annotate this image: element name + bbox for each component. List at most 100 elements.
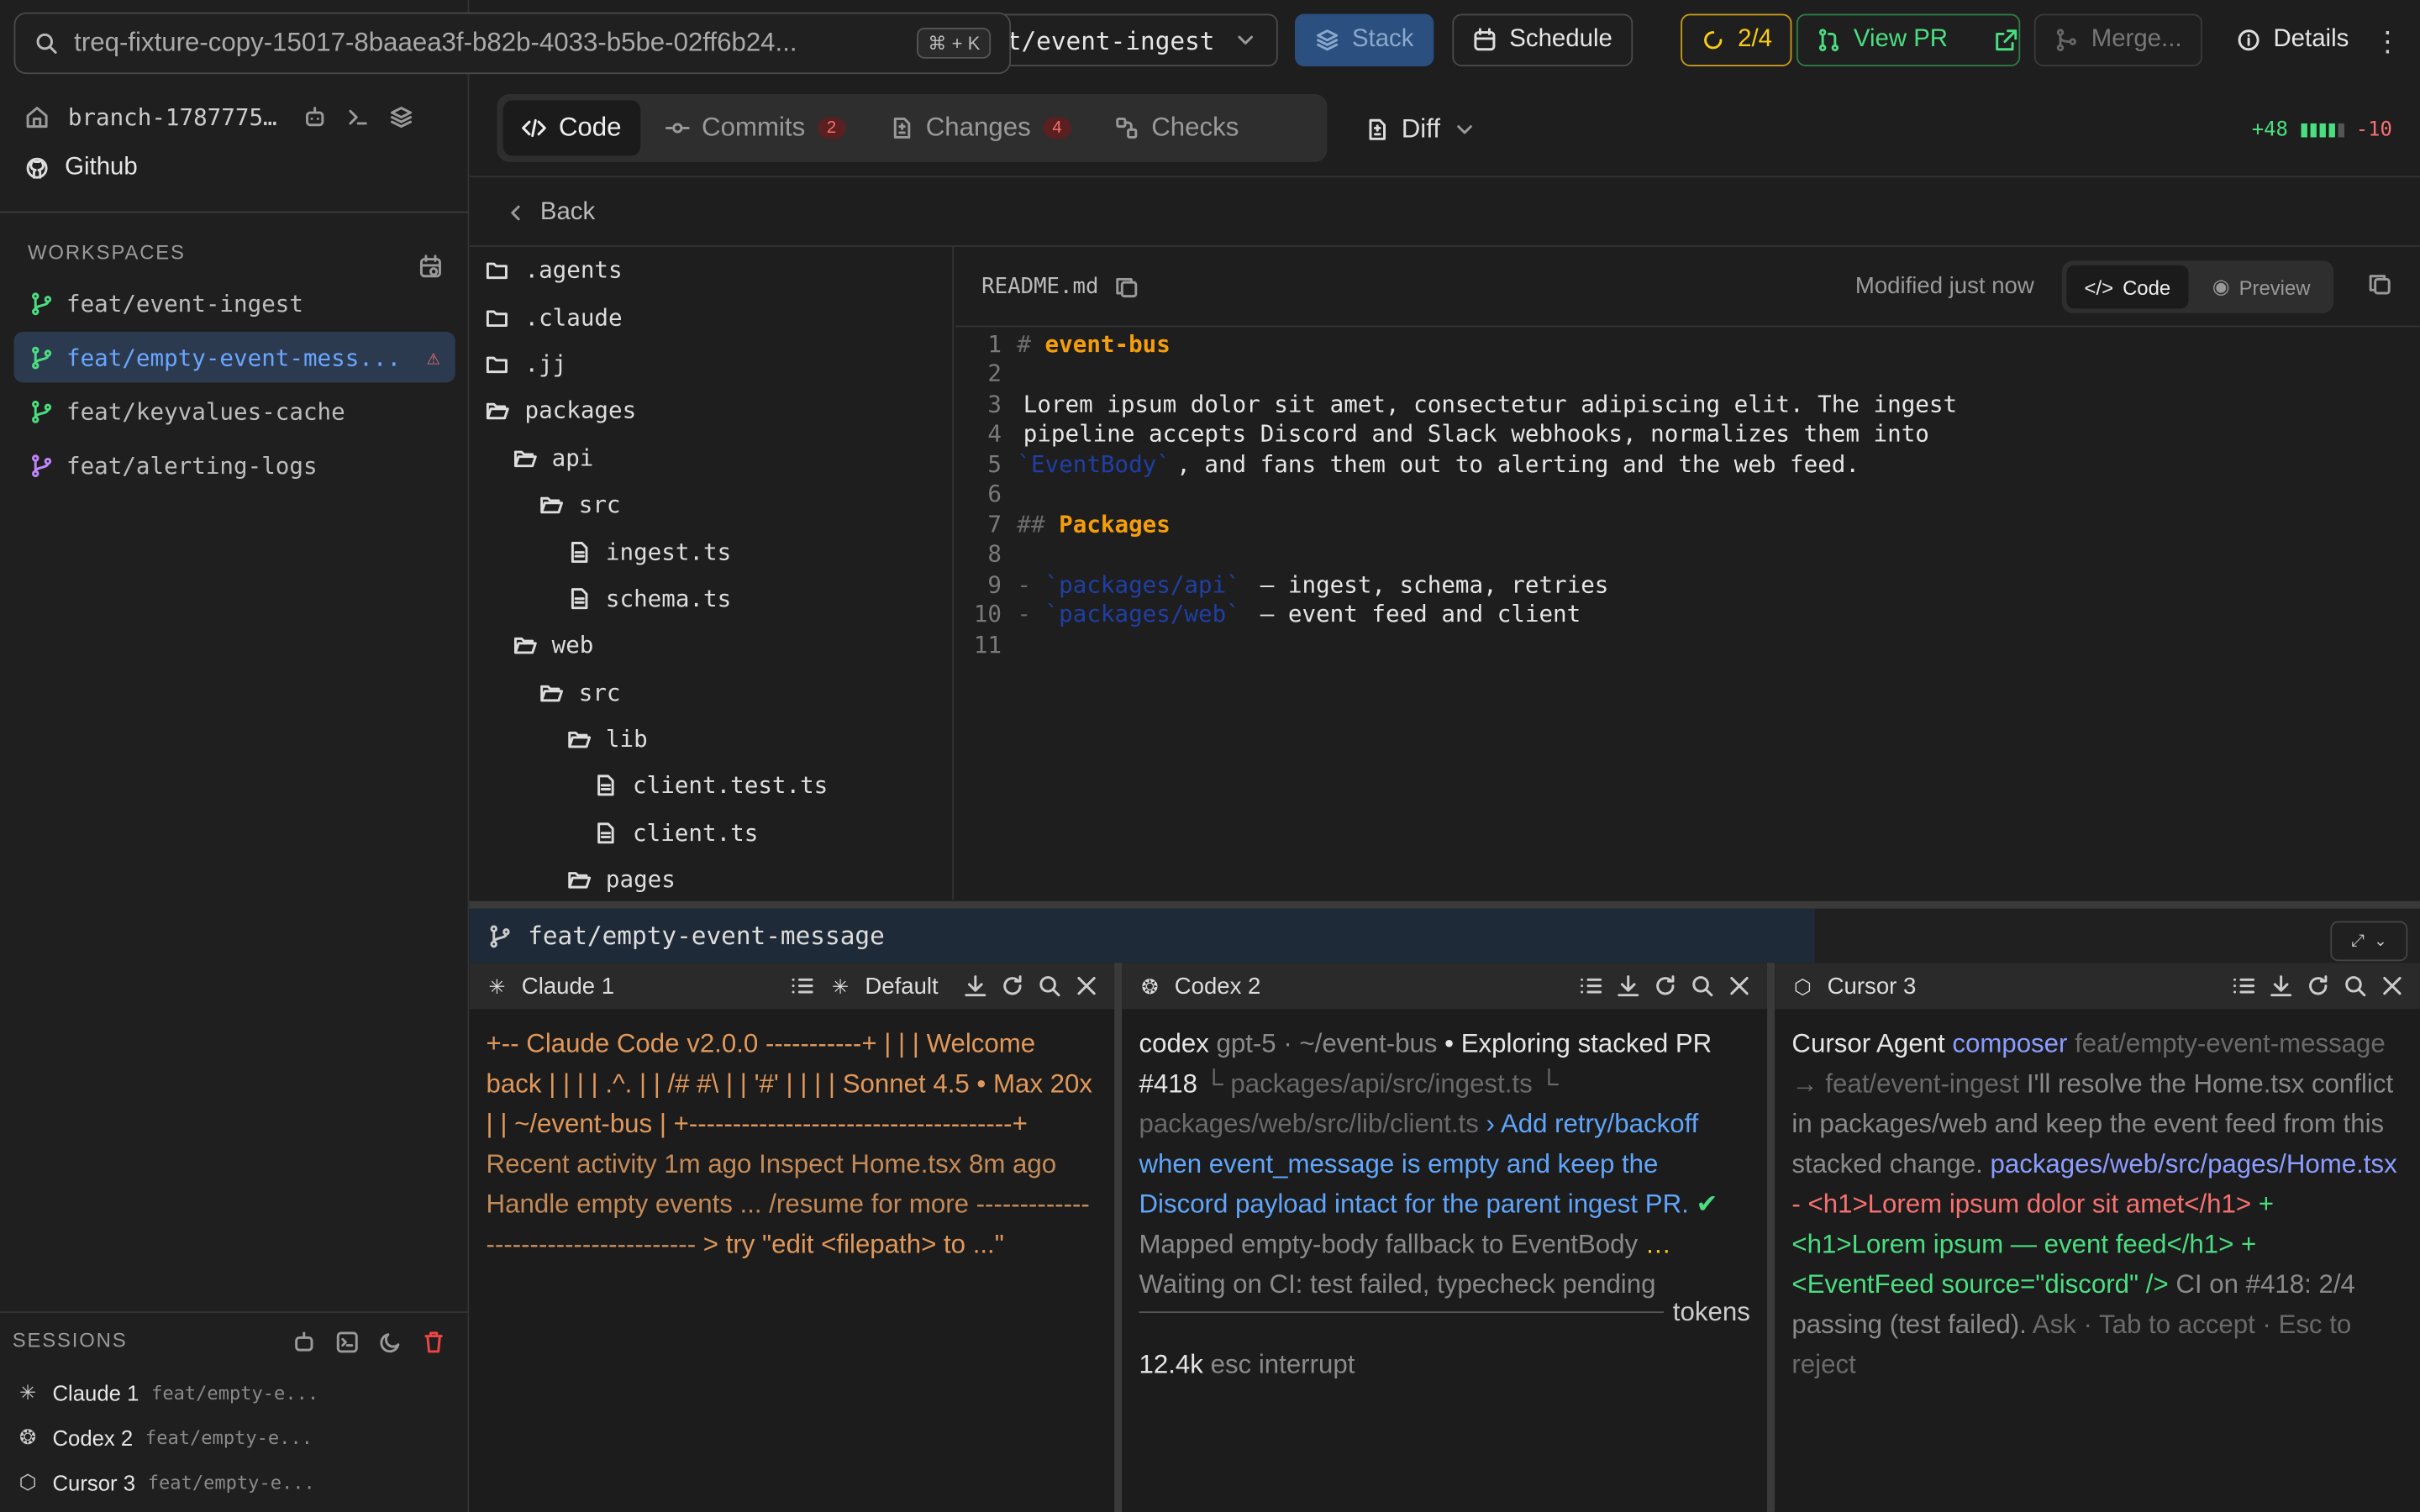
editor-panel: README.md Modified just now </> Code ◉ P… bbox=[955, 247, 2420, 900]
github-link[interactable]: Github bbox=[24, 155, 138, 182]
tree-label: .agents bbox=[524, 256, 623, 285]
download-icon[interactable] bbox=[1616, 974, 1640, 998]
github-icon bbox=[24, 156, 49, 181]
tab-commits[interactable]: Commits 2 bbox=[646, 100, 864, 155]
download-icon[interactable] bbox=[963, 974, 987, 998]
folder-item[interactable]: lib bbox=[469, 716, 952, 763]
checks-status-button[interactable]: 2/4 bbox=[1681, 13, 1792, 66]
workspace-item[interactable]: feat/empty-event-mess... ⚠ bbox=[13, 331, 455, 383]
sidebar: branch-1787775... Github WORKSPACES feat… bbox=[0, 0, 470, 1512]
refresh-icon[interactable] bbox=[2306, 974, 2330, 998]
copy-icon[interactable] bbox=[2367, 271, 2391, 296]
tree-label: web bbox=[551, 631, 594, 659]
session-branch: feat/empty-e... bbox=[145, 1426, 313, 1448]
schedule-button[interactable]: Schedule bbox=[1452, 13, 1633, 66]
file-item[interactable]: client.test.ts bbox=[469, 763, 952, 810]
file-item[interactable]: client.ts bbox=[469, 810, 952, 857]
more-vertical-icon[interactable]: ⋮ bbox=[2374, 26, 2402, 59]
folder-item[interactable]: web bbox=[469, 622, 952, 669]
tab-checks[interactable]: Checks bbox=[1096, 100, 1257, 155]
terminal-footer: tokens bbox=[1139, 1293, 1750, 1333]
tab-changes[interactable]: Changes 4 bbox=[871, 100, 1090, 155]
folder-item[interactable]: .claude bbox=[469, 294, 952, 341]
workspace-item[interactable]: feat/keyvalues-cache bbox=[14, 386, 455, 437]
list-icon[interactable] bbox=[2232, 974, 2256, 998]
stack-button[interactable]: Stack bbox=[1294, 13, 1434, 66]
resize-handle[interactable] bbox=[469, 900, 2420, 909]
folder-item[interactable]: src bbox=[469, 669, 952, 716]
checks-icon bbox=[1114, 116, 1139, 140]
changes-icon bbox=[889, 116, 913, 140]
list-icon[interactable] bbox=[1579, 974, 1603, 998]
terminal-text: packages/web/src/pages/Home.tsx bbox=[1990, 1149, 2397, 1179]
trash-icon[interactable] bbox=[421, 1330, 445, 1354]
pane-divider[interactable] bbox=[1767, 963, 1776, 1512]
external-link-icon[interactable] bbox=[1994, 28, 2018, 52]
session-item[interactable]: ⬡ Cursor 3 feat/empty-e... bbox=[15, 1460, 463, 1504]
terminal-pane-codex[interactable]: ❂ Codex 2 codex gpt-5 · ~/event-bus • Expl… bbox=[1122, 963, 1768, 1512]
schedule-add-icon[interactable] bbox=[418, 255, 443, 279]
close-icon[interactable] bbox=[2380, 974, 2404, 998]
line-content: Lorem ipsum dolor sit amet, consectetur … bbox=[1011, 390, 1957, 417]
pane-divider[interactable] bbox=[1114, 963, 1123, 1512]
moon-icon[interactable] bbox=[378, 1330, 402, 1354]
search-bar[interactable]: treq-fixture-copy-15017-8baaea3f-b82b-40… bbox=[13, 12, 1012, 75]
preview-button[interactable]: ◉ Preview bbox=[2194, 265, 2329, 308]
tab-code[interactable]: Code bbox=[502, 100, 640, 156]
mode-select[interactable]: Default bbox=[865, 973, 938, 999]
search-input[interactable]: treq-fixture-copy-15017-8baaea3f-b82b-40… bbox=[74, 28, 797, 59]
robot-icon[interactable] bbox=[302, 105, 327, 129]
branch-row[interactable]: branch-1787775... bbox=[24, 96, 456, 139]
view-pr-button[interactable]: View PR bbox=[1796, 13, 2021, 66]
pane-header: ✳ Claude 1 ✳ Default bbox=[469, 963, 1115, 1010]
search-icon[interactable] bbox=[1690, 974, 1714, 998]
expand-panel-button[interactable]: ⤢ ⌄ bbox=[2330, 921, 2408, 962]
merge-button[interactable]: Merge... bbox=[2033, 13, 2202, 66]
refresh-icon[interactable] bbox=[1653, 974, 1677, 998]
tree-label: schema.ts bbox=[605, 584, 732, 613]
close-icon[interactable] bbox=[1074, 974, 1098, 998]
folder-item[interactable]: api bbox=[469, 434, 952, 481]
download-icon[interactable] bbox=[2269, 974, 2293, 998]
tab-group: Code Commits 2 Changes 4 Checks bbox=[497, 94, 1328, 162]
back-button[interactable]: Back bbox=[469, 179, 2420, 247]
terminal-pane-claude[interactable]: ✳ Claude 1 ✳ Default +-- Claude Code v2.0.0 … bbox=[469, 963, 1115, 1512]
line-content: `EventBody`, and fans them out to alerti… bbox=[1011, 450, 1860, 478]
file-diff-icon bbox=[1365, 118, 1389, 142]
folder-item[interactable]: packages bbox=[469, 387, 952, 434]
file-item[interactable]: schema.ts bbox=[469, 575, 952, 622]
terminal-square-icon[interactable] bbox=[335, 1330, 360, 1354]
file-item[interactable]: ingest.ts bbox=[469, 528, 952, 575]
copy-icon[interactable] bbox=[1114, 274, 1139, 298]
diff-mode-label: Diff bbox=[1401, 113, 1441, 144]
folder-item[interactable]: .jj bbox=[469, 341, 952, 388]
layers-icon[interactable] bbox=[389, 105, 413, 129]
layers-icon bbox=[1315, 28, 1339, 52]
code-token: pipeline accepts Discord and Slack webho… bbox=[1023, 420, 1929, 449]
workspace-item[interactable]: feat/alerting-logs bbox=[14, 439, 455, 491]
folder-item[interactable]: .agents bbox=[469, 247, 952, 294]
session-item[interactable]: ✳ Claude 1 feat/empty-e... bbox=[15, 1370, 463, 1415]
session-list: ✳ Claude 1 feat/empty-e... ❂ Codex 2 feat/emp… bbox=[15, 1370, 463, 1504]
back-label: Back bbox=[539, 198, 596, 225]
refresh-icon[interactable] bbox=[1000, 974, 1024, 998]
search-icon[interactable] bbox=[2343, 974, 2367, 998]
terminal-workspace-bar: feat/empty-event-message bbox=[469, 908, 1815, 963]
search-icon[interactable] bbox=[1037, 974, 1061, 998]
terminal-icon[interactable] bbox=[345, 105, 370, 129]
workspace-item[interactable]: feat/event-ingest bbox=[14, 278, 455, 329]
details-button[interactable]: Details bbox=[2217, 14, 2367, 66]
code-view[interactable]: 1 # event-bus 2 3 Lorem ipsum dolor sit amet… bbox=[955, 328, 2420, 659]
close-icon[interactable] bbox=[1727, 974, 1751, 998]
list-icon[interactable] bbox=[791, 974, 815, 998]
session-item[interactable]: ❂ Codex 2 feat/empty-e... bbox=[15, 1415, 463, 1459]
terminal-pane-cursor[interactable]: ⬡ Cursor 3 Cursor Agent composer feat/empt… bbox=[1775, 963, 2420, 1512]
code-line: 6 bbox=[955, 479, 2420, 509]
session-branch: feat/empty-e... bbox=[147, 1471, 315, 1494]
folder-item[interactable]: src bbox=[469, 481, 952, 528]
home-icon[interactable] bbox=[24, 105, 49, 129]
robot-icon[interactable] bbox=[292, 1330, 316, 1354]
diff-mode-select[interactable]: Diff bbox=[1365, 114, 1477, 145]
folder-item[interactable]: pages bbox=[469, 857, 952, 900]
code-view-button[interactable]: </> Code bbox=[2065, 265, 2190, 309]
